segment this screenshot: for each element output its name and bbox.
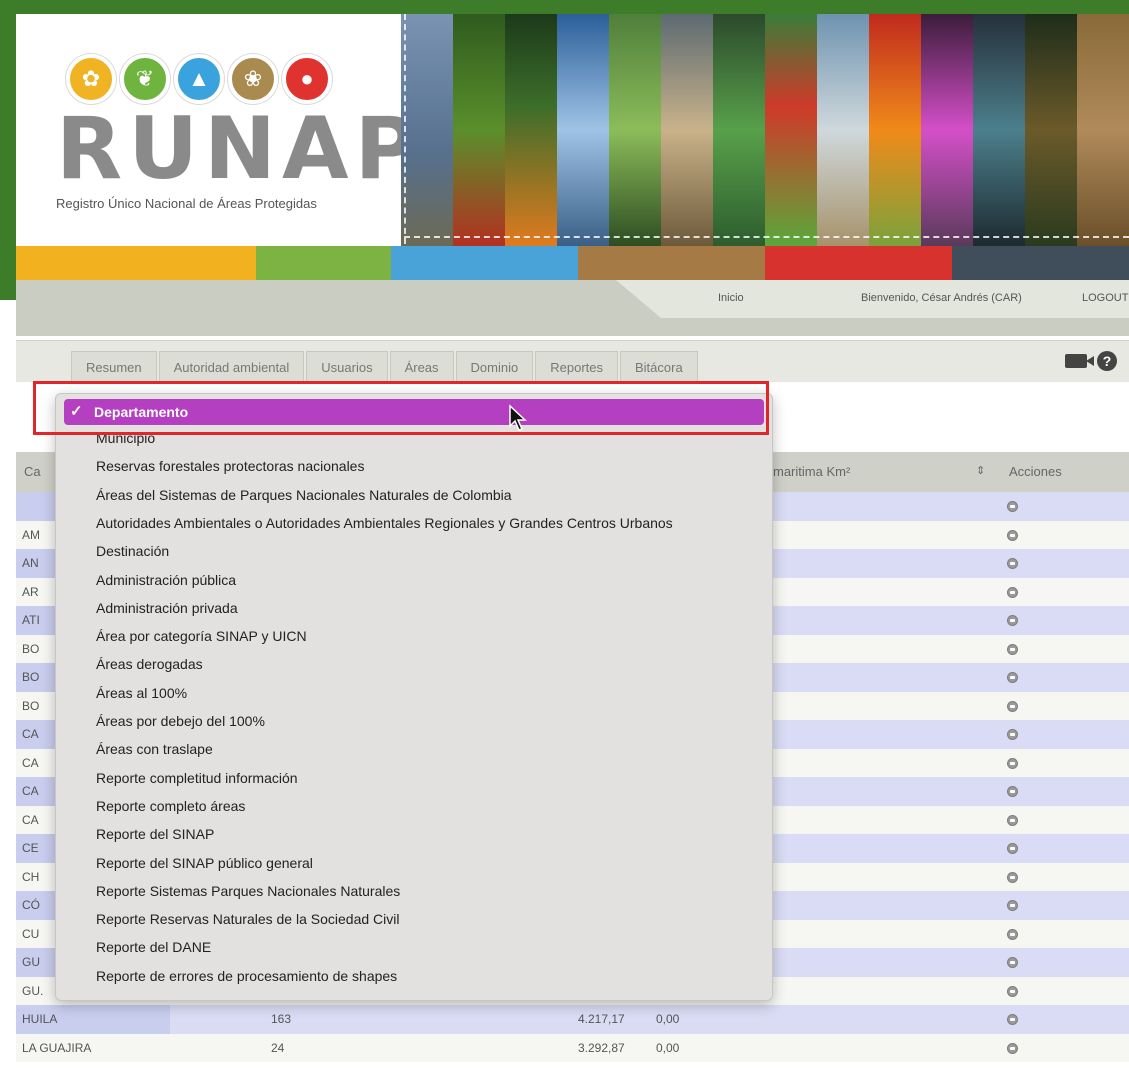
menu-item[interactable]: Reporte Reservas Naturales de la Socieda… [96,911,399,927]
plant-icon: ❀ [228,54,278,104]
menu-item[interactable]: Reporte completitud información [96,770,298,786]
action-icon[interactable] [1007,757,1018,769]
menu-item[interactable]: Reporte del SINAP [96,826,214,842]
menu-item[interactable]: Reporte del DANE [96,939,211,955]
site-header: ✿ ❦ ▲ ❀ ● RUNAP Registro Único Nacional … [16,14,1129,246]
action-icon[interactable] [1007,1042,1018,1054]
menu-item[interactable]: Administración pública [96,572,236,588]
menu-item[interactable]: Reporte del SINAP público general [96,855,313,871]
logo-wordmark: RUNAP [56,99,424,199]
menu-item[interactable]: Reporte completo áreas [96,798,245,814]
cell-department: HUILA [16,1005,170,1034]
menu-item[interactable]: Área por categoría SINAP y UICN [96,628,307,644]
menu-item[interactable]: Áreas derogadas [96,656,203,672]
logo-subtitle: Registro Único Nacional de Áreas Protegi… [56,196,317,211]
action-icon[interactable] [1007,928,1018,940]
main-nav: Resumen Autoridad ambiental Usuarios Áre… [16,340,1129,383]
color-stripe [16,246,1129,280]
tab-areas[interactable]: Áreas [389,351,454,383]
action-icon[interactable] [1007,643,1018,655]
action-icon[interactable] [1007,786,1018,797]
action-icon[interactable] [1007,871,1018,883]
tab-resumen[interactable]: Resumen [71,351,157,383]
table-row: HUILA 163 4.217,17 0,00 [16,1005,1129,1034]
action-icon[interactable] [1007,558,1018,569]
sort-icon[interactable]: ⇕ [976,464,985,477]
menu-item[interactable]: Reservas forestales protectoras nacional… [96,458,364,474]
action-icon[interactable] [1007,501,1018,512]
cell-count: 163 [271,1012,292,1026]
menu-item[interactable]: Administración privada [96,600,238,616]
video-camera-icon[interactable] [1065,354,1094,368]
mountain-icon: ▲ [174,54,224,104]
action-icon[interactable] [1007,586,1018,598]
window-frame-top [0,0,1129,14]
menu-item[interactable]: Áreas al 100% [96,685,187,701]
menu-item[interactable]: Destinación [96,543,169,559]
column-header-marine-area[interactable]: maritima Km² [773,464,850,479]
column-header-actions: Acciones [1009,464,1062,479]
top-bar: Inicio Bienvenido, César Andrés (CAR) LO… [16,280,1129,336]
action-icon[interactable] [1007,957,1018,968]
window-frame-left [0,0,16,300]
bear-icon: ● [282,54,332,104]
tab-usuarios[interactable]: Usuarios [306,351,388,383]
logout-link[interactable]: LOGOUT [1082,292,1128,304]
runap-logo[interactable]: ✿ ❦ ▲ ❀ ● RUNAP Registro Único Nacional … [56,54,424,234]
cell-count: 24 [271,1040,285,1055]
action-icon[interactable] [1007,985,1018,997]
highlight-box [33,381,769,435]
action-icon[interactable] [1007,615,1018,626]
column-header-category[interactable]: Ca [24,464,41,479]
logo-icons: ✿ ❦ ▲ ❀ ● [66,54,356,104]
inicio-link[interactable]: Inicio [718,292,744,304]
action-icon[interactable] [1007,1014,1018,1025]
action-icon[interactable] [1007,529,1018,541]
menu-item[interactable]: Reporte de errores de procesamiento de s… [96,968,397,984]
report-select-menu[interactable]: ✓ Departamento Municipio Reservas foresta… [55,393,773,1001]
action-icon[interactable] [1007,900,1018,911]
nav-tabs: Resumen Autoridad ambiental Usuarios Áre… [71,351,698,383]
action-icon[interactable] [1007,814,1018,826]
menu-item[interactable]: Áreas por debejo del 100% [96,713,265,729]
welcome-text: Bienvenido, César Andrés (CAR) [861,292,1022,304]
mosaic-border [404,14,406,244]
cell-area: 4.217,17 [578,1012,625,1026]
menu-item[interactable]: Áreas con traslape [96,741,213,757]
nav-icons: ? [1065,351,1117,371]
tab-dominio[interactable]: Dominio [455,351,534,383]
leaf-icon: ❦ [120,54,170,104]
tab-bitacora[interactable]: Bitácora [619,351,698,383]
cursor-icon [509,404,527,431]
help-icon[interactable]: ? [1097,351,1117,371]
table-row: LA GUAJIRA 24 3.292,87 0,00 [16,1033,1129,1062]
menu-item[interactable]: Reporte Sistemas Parques Nacionales Natu… [96,883,400,899]
menu-item[interactable]: Autoridades Ambientales o Autoridades Am… [96,515,673,531]
cell-marine-area: 0,00 [656,1012,680,1026]
cell-area: 3.292,87 [578,1040,625,1055]
action-icon[interactable] [1007,729,1018,740]
cell-department: LA GUAJIRA [22,1040,92,1055]
action-icon[interactable] [1007,843,1018,854]
header-photo-mosaic [401,14,1129,246]
palm-icon: ✿ [66,54,116,104]
action-icon[interactable] [1007,700,1018,712]
tab-reportes[interactable]: Reportes [535,351,618,383]
cell-marine-area: 0,00 [656,1040,680,1055]
tab-autoridad-ambiental[interactable]: Autoridad ambiental [158,351,305,383]
mosaic-border-bottom [404,236,1129,238]
menu-item[interactable]: Áreas del Sistemas de Parques Nacionales… [96,487,512,503]
action-icon[interactable] [1007,672,1018,683]
